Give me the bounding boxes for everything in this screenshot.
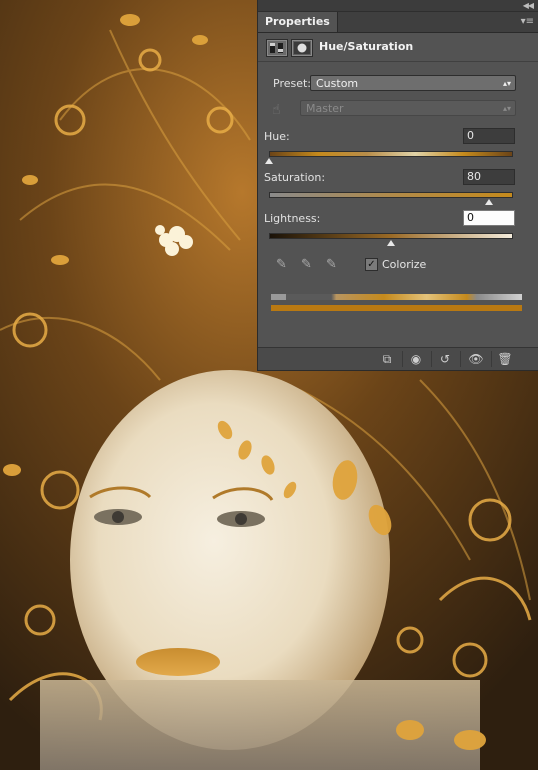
adjustment-header: Hue/Saturation xyxy=(258,33,538,62)
input-color-bar xyxy=(271,294,522,300)
lightness-slider-thumb[interactable] xyxy=(387,240,395,246)
tab-properties[interactable]: Properties xyxy=(258,12,338,32)
view-previous-icon[interactable]: ◉ xyxy=(407,351,425,367)
saturation-label: Saturation: xyxy=(264,171,326,184)
reset-icon[interactable]: ↺ xyxy=(436,351,454,367)
lightness-value-field[interactable]: 0 xyxy=(463,210,515,226)
output-color-bar xyxy=(271,305,522,311)
colorize-label: Colorize xyxy=(382,258,427,271)
adjustment-controls: Preset: Custom ▴▾ ☝ Master ▴▾ Hue: 0 Sat… xyxy=(264,67,530,337)
updown-arrow-icon: ▴▾ xyxy=(502,79,511,88)
preset-value: Custom xyxy=(316,77,359,90)
hue-slider-thumb[interactable] xyxy=(265,158,273,164)
footer-divider xyxy=(491,351,492,367)
hue-slider-track[interactable] xyxy=(269,151,513,157)
footer-divider xyxy=(402,351,403,367)
saturation-value-field[interactable]: 80 xyxy=(463,169,515,185)
eyedropper-minus-icon[interactable]: ✎ xyxy=(326,257,337,272)
panel-menu-icon[interactable]: ▾≡ xyxy=(520,16,534,27)
double-chevron-left-icon[interactable]: ◀◀ xyxy=(523,0,534,11)
eyedropper-icon[interactable]: ✎ xyxy=(276,257,287,272)
saturation-slider-track[interactable] xyxy=(269,192,513,198)
preset-dropdown[interactable]: Custom ▴▾ xyxy=(310,75,516,91)
channel-dropdown[interactable]: Master ▴▾ xyxy=(300,100,516,116)
clip-to-layer-icon[interactable]: ⧉ xyxy=(378,351,396,367)
channel-value: Master xyxy=(306,102,344,115)
hue-saturation-adjustment-icon[interactable] xyxy=(266,39,288,57)
adjustment-title: Hue/Saturation xyxy=(319,40,414,53)
panel-dock-strip: ◀◀ xyxy=(258,0,538,12)
hue-value-field[interactable]: 0 xyxy=(463,128,515,144)
lightness-label: Lightness: xyxy=(264,212,321,225)
eyedropper-plus-icon[interactable]: ✎ xyxy=(301,257,312,272)
visibility-eye-icon[interactable]: 👁 xyxy=(467,351,485,367)
saturation-slider-thumb[interactable] xyxy=(484,199,493,205)
on-image-adjustment-hand-icon[interactable]: ☝ xyxy=(272,102,281,118)
hue-label: Hue: xyxy=(264,130,290,143)
preset-label: Preset: xyxy=(273,77,312,90)
footer-divider xyxy=(431,351,432,367)
updown-arrow-icon: ▴▾ xyxy=(502,104,511,113)
panel-footer: ⧉ ◉ ↺ 👁 🗑 xyxy=(258,347,538,370)
properties-panel: ◀◀ Properties ▾≡ Hue/Saturation Preset: … xyxy=(257,0,538,371)
panel-tab-bar: Properties ▾≡ xyxy=(258,12,538,33)
footer-divider xyxy=(460,351,461,367)
trash-icon[interactable]: 🗑 xyxy=(496,351,514,367)
layer-mask-icon[interactable] xyxy=(291,39,313,57)
lightness-slider-track[interactable] xyxy=(269,233,513,239)
colorize-checkbox[interactable]: ✓ xyxy=(365,258,378,271)
